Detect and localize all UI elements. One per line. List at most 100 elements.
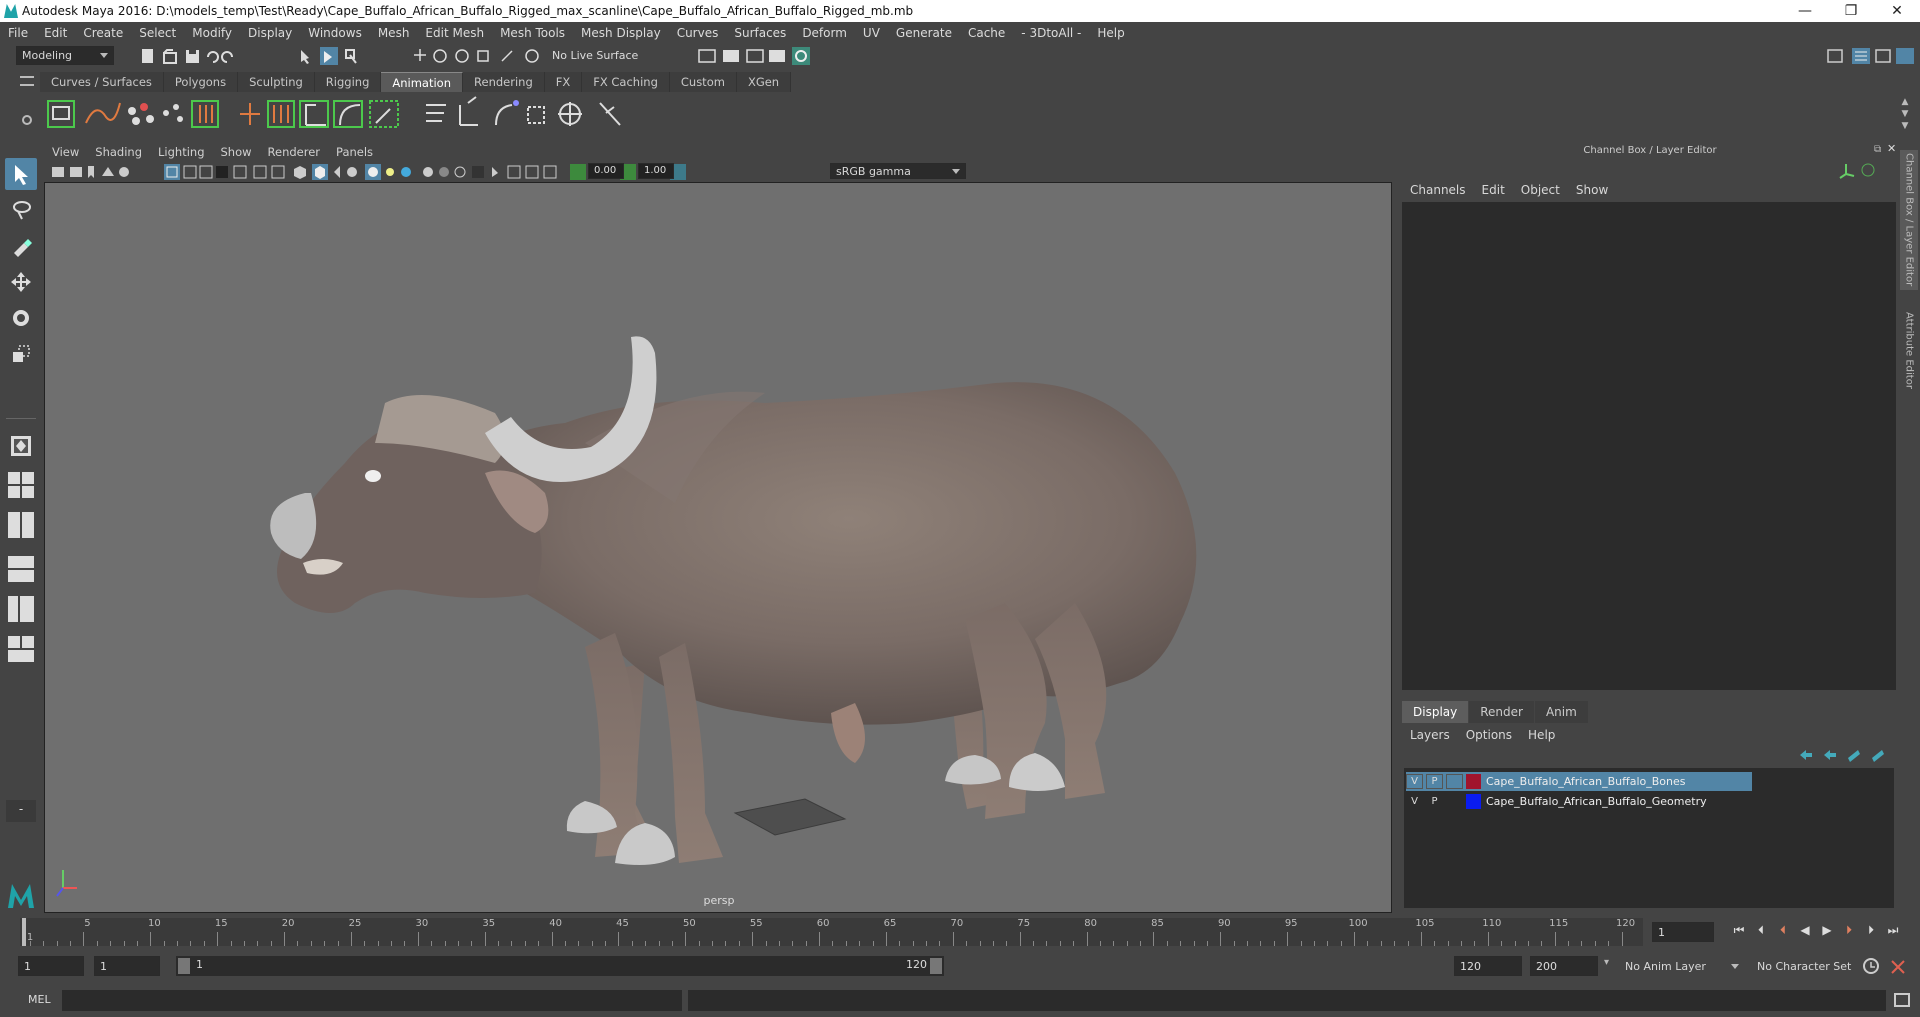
time-slider[interactable]: 1 5 10 15 20 25 30 35 40 45 50 55 60 65 70 75 80 85 90 95 1… (20, 918, 1643, 946)
range-options-arrow[interactable]: ▾ (1604, 957, 1609, 968)
layer-type-toggle[interactable] (1446, 774, 1463, 789)
layer-row-bones[interactable]: V P Cape_Buffalo_African_Buffalo_Bones (1406, 772, 1752, 791)
move-tool-icon[interactable] (5, 266, 37, 298)
range-slider-start-handle[interactable] (178, 958, 190, 974)
play-backwards-button[interactable]: ◀ (1796, 921, 1814, 939)
channel-menu-edit[interactable]: Edit (1474, 183, 1513, 197)
file-tools-icons[interactable] (140, 47, 260, 65)
panel-close-icon[interactable]: ✕ (1887, 142, 1896, 155)
go-to-end-button[interactable]: ⏭ (1884, 921, 1902, 939)
layer-row-geometry[interactable]: V P Cape_Buffalo_African_Buffalo_Geometr… (1406, 792, 1752, 811)
panel-float-icon[interactable]: ⧉ (1874, 144, 1881, 155)
current-time-marker[interactable] (22, 918, 26, 946)
menu-mesh-display[interactable]: Mesh Display (573, 26, 669, 40)
layer-menu-help[interactable]: Help (1520, 728, 1563, 742)
viewport-menu-lighting[interactable]: Lighting (150, 145, 212, 159)
exposure-field[interactable]: 0.00 (588, 163, 624, 179)
restore-button[interactable]: ❐ (1828, 0, 1874, 22)
layer-menu-options[interactable]: Options (1458, 728, 1520, 742)
menu-curves[interactable]: Curves (669, 26, 727, 40)
viewport-menu-show[interactable]: Show (213, 145, 260, 159)
shelf-scroll-icon[interactable]: ▲ ▼ ▼ (1898, 96, 1912, 132)
paint-select-tool-icon[interactable] (5, 230, 37, 262)
tab-rendering[interactable]: Rendering (463, 72, 545, 92)
channel-menu-channels[interactable]: Channels (1402, 183, 1474, 197)
menu-create[interactable]: Create (75, 26, 131, 40)
menu-uv[interactable]: UV (855, 26, 888, 40)
tab-xgen[interactable]: XGen (736, 72, 792, 92)
animation-end-field[interactable]: 200 (1530, 956, 1598, 976)
channel-box-mode-icons[interactable] (1836, 160, 1886, 180)
layer-type-toggle[interactable] (1446, 794, 1463, 809)
tab-polygons[interactable]: Polygons (163, 72, 239, 92)
viewport-menu-panels[interactable]: Panels (328, 145, 381, 159)
menu-modify[interactable]: Modify (184, 26, 240, 40)
play-forwards-button[interactable]: ▶ (1818, 921, 1836, 939)
menu-cache[interactable]: Cache (960, 26, 1013, 40)
step-forward-frame-button[interactable]: ⏵ (1840, 921, 1858, 939)
playback-start-field[interactable]: 1 (94, 956, 160, 976)
layer-color-swatch[interactable] (1466, 774, 1481, 789)
menu-surfaces[interactable]: Surfaces (726, 26, 794, 40)
tab-render[interactable]: Render (1469, 701, 1534, 723)
menu-edit-mesh[interactable]: Edit Mesh (417, 26, 492, 40)
animation-shelf-icons[interactable] (40, 93, 640, 135)
step-forward-key-button[interactable]: ⏵ (1862, 921, 1880, 939)
character-set-dropdown[interactable]: No Character Set (1752, 956, 1870, 976)
snap-tools-icons[interactable] (412, 47, 544, 65)
channel-box-area[interactable] (1402, 202, 1896, 690)
range-slider[interactable]: 1 120 (176, 956, 944, 976)
close-button[interactable]: ✕ (1874, 0, 1920, 22)
menu-deform[interactable]: Deform (794, 26, 855, 40)
select-tool-icon[interactable] (5, 158, 37, 190)
menu-edit[interactable]: Edit (36, 26, 75, 40)
layer-menu-layers[interactable]: Layers (1402, 728, 1458, 742)
live-surface-field[interactable]: No Live Surface (552, 47, 642, 65)
viewport-menu-renderer[interactable]: Renderer (260, 145, 329, 159)
minimize-button[interactable]: — (1782, 0, 1828, 22)
step-back-frame-button[interactable]: ⏴ (1774, 921, 1792, 939)
animation-start-field[interactable]: 1 (18, 956, 84, 976)
menu-mesh-tools[interactable]: Mesh Tools (492, 26, 573, 40)
shelf-settings-icon[interactable] (22, 115, 32, 125)
tab-rigging[interactable]: Rigging (314, 72, 382, 92)
menu-display[interactable]: Display (240, 26, 300, 40)
tab-display[interactable]: Display (1402, 701, 1469, 723)
tab-fx[interactable]: FX (544, 72, 583, 92)
command-input[interactable] (62, 990, 682, 1011)
rotate-tool-icon[interactable] (5, 302, 37, 334)
viewport-menu-shading[interactable]: Shading (87, 145, 150, 159)
playback-prefs-icons[interactable] (1862, 957, 1916, 977)
step-back-key-button[interactable]: ⏴ (1752, 921, 1770, 939)
tab-attribute-editor[interactable]: Attribute Editor (1900, 300, 1918, 400)
tab-anim[interactable]: Anim (1534, 701, 1588, 723)
shelf-menu-icon[interactable] (20, 76, 34, 86)
layer-playback-toggle[interactable]: P (1426, 794, 1443, 809)
lasso-tool-icon[interactable] (5, 194, 37, 226)
color-space-dropdown[interactable]: sRGB gamma (830, 163, 966, 179)
layer-visibility-toggle[interactable]: V (1406, 794, 1423, 809)
channel-menu-object[interactable]: Object (1513, 183, 1568, 197)
channel-menu-show[interactable]: Show (1568, 183, 1616, 197)
selection-mask-icons[interactable] (298, 47, 368, 65)
render-tools-icons[interactable] (697, 46, 812, 66)
single-pane-layout-icon[interactable] (5, 430, 37, 462)
layer-playback-toggle[interactable]: P (1426, 774, 1443, 789)
go-to-start-button[interactable]: ⏮ (1730, 921, 1748, 939)
menu-3dtoall[interactable]: - 3DtoAll - (1013, 26, 1089, 40)
layer-visibility-toggle[interactable]: V (1406, 774, 1423, 789)
workspace-toggle-icons[interactable] (1826, 46, 1918, 66)
menu-select[interactable]: Select (131, 26, 184, 40)
gamma-field[interactable]: 1.00 (638, 163, 674, 179)
layer-color-swatch[interactable] (1466, 794, 1481, 809)
anim-layer-dropdown[interactable]: No Anim Layer (1620, 956, 1744, 976)
tab-sculpting[interactable]: Sculpting (238, 72, 315, 92)
menu-help[interactable]: Help (1089, 26, 1132, 40)
menu-file[interactable]: File (0, 26, 36, 40)
tab-animation[interactable]: Animation (381, 72, 464, 92)
menu-set-dropdown[interactable]: Modeling (16, 46, 114, 65)
layout-presets-icons[interactable] (6, 470, 38, 800)
menu-generate[interactable]: Generate (888, 26, 960, 40)
perspective-viewport[interactable]: persp (44, 182, 1392, 913)
playback-end-field[interactable]: 120 (1454, 956, 1522, 976)
